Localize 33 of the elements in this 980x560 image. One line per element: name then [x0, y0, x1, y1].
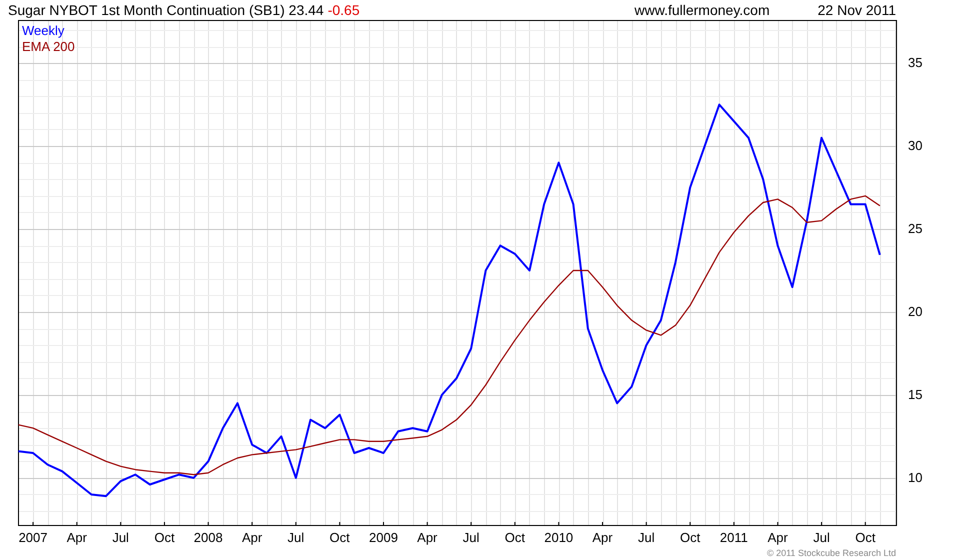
x-axis-label: Apr	[592, 530, 613, 545]
y-axis-label: 35	[908, 55, 922, 70]
x-axis-label: Apr	[417, 530, 438, 545]
y-axis-label: 20	[908, 304, 922, 319]
price-change: -0.65	[328, 1, 360, 20]
y-axis-label: 30	[908, 138, 922, 154]
legend-label: Weekly	[22, 23, 64, 38]
x-axis-label: Jul	[813, 530, 830, 545]
x-axis-label: Jul	[462, 530, 480, 545]
website-link[interactable]: www.fullermoney.com	[634, 0, 770, 20]
x-axis-label: Oct	[680, 530, 700, 545]
x-axis-label: 2007	[18, 530, 48, 545]
legend-label: EMA 200	[22, 39, 75, 54]
y-axis-label: 25	[908, 221, 922, 236]
x-axis-label: Oct	[855, 530, 876, 545]
x-axis-label: Apr	[242, 530, 262, 545]
x-axis-label: Oct	[330, 530, 350, 545]
y-axis-label: 15	[908, 386, 922, 402]
x-axis-label: Jul	[288, 530, 304, 545]
x-axis-label: Oct	[504, 530, 526, 545]
chart-date: 22 Nov 2011	[818, 1, 896, 20]
copyright-text: © 2011 Stockcube Research Ltd	[766, 547, 896, 560]
x-axis-label: Apr	[768, 530, 788, 545]
x-axis-label: Oct	[154, 530, 175, 545]
x-axis-label: Jul	[112, 530, 129, 545]
chart-title: Sugar NYBOT 1st Month Continuation (SB1) 23.44	[8, 1, 324, 20]
x-axis-label: Jul	[638, 530, 655, 545]
y-axis-label: 10	[908, 470, 922, 485]
x-axis-label: 2009	[369, 530, 398, 545]
x-axis-label: 2010	[544, 530, 574, 545]
x-axis-label: Apr	[66, 530, 87, 545]
x-axis-label: 2011	[720, 530, 748, 545]
x-axis-label: 2008	[194, 530, 223, 545]
